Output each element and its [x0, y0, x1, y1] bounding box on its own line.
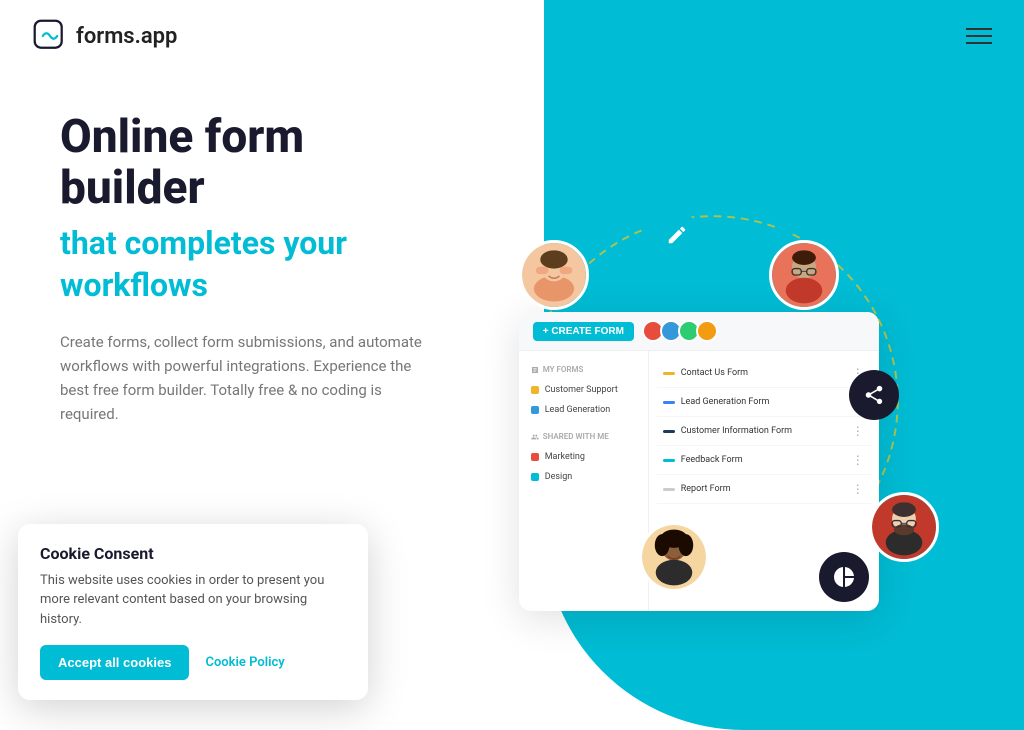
- mini-avatar-4: [696, 320, 718, 342]
- headline-line1: Online form: [60, 110, 304, 164]
- sidebar-item-lead-gen[interactable]: Lead Generation: [519, 400, 648, 420]
- form-icon-bar: [663, 488, 675, 491]
- sidebar-dot: [531, 453, 539, 461]
- form-item-menu[interactable]: ⋮: [852, 424, 865, 438]
- form-icon-bar: [663, 372, 675, 375]
- avatar-top-right: [769, 240, 839, 310]
- my-forms-label: MY FORMS: [519, 361, 648, 380]
- avatar-bottom-center: [639, 522, 709, 592]
- mockup-top-bar: + CREATE FORM: [519, 312, 879, 351]
- sidebar-dot: [531, 406, 539, 414]
- logo-icon: [32, 18, 68, 54]
- headline-line2: builder: [60, 161, 205, 215]
- logo-text: forms.app: [76, 24, 177, 49]
- form-list-item[interactable]: Customer Information Form ⋮: [657, 417, 871, 446]
- mockup-user-avatars: [642, 320, 718, 342]
- sidebar-item-marketing[interactable]: Marketing: [519, 447, 648, 467]
- form-item-menu[interactable]: ⋮: [852, 482, 865, 496]
- logo-area[interactable]: forms.app: [32, 18, 177, 54]
- mockup-sidebar: MY FORMS Customer Support Lead Generatio…: [519, 351, 649, 611]
- headline-accent: that completes your workflows: [60, 223, 479, 306]
- hamburger-menu[interactable]: [966, 28, 992, 44]
- form-item-menu[interactable]: ⋮: [852, 453, 865, 467]
- hero-illustration: + CREATE FORM MY FORMS: [479, 92, 1024, 652]
- form-list-item[interactable]: Contact Us Form ⋮: [657, 359, 871, 388]
- form-list-item[interactable]: Report Form ⋮: [657, 475, 871, 504]
- sidebar-dot: [531, 386, 539, 394]
- hero-description: Create forms, collect form submissions, …: [60, 330, 430, 426]
- headline: Online form builder: [60, 112, 479, 213]
- create-form-button[interactable]: + CREATE FORM: [533, 322, 634, 341]
- sidebar-item-design[interactable]: Design: [519, 467, 648, 487]
- cookie-consent-dialog: Cookie Consent This website uses cookies…: [18, 524, 368, 701]
- shared-with-me-label: SHARED WITH ME: [519, 428, 648, 447]
- cookie-consent-title: Cookie Consent: [40, 544, 346, 563]
- form-icon-bar: [663, 459, 675, 462]
- form-list-item[interactable]: Feedback Form ⋮: [657, 446, 871, 475]
- header: forms.app: [0, 0, 1024, 72]
- form-icon-bar: [663, 401, 675, 404]
- form-icon-bar: [663, 430, 675, 433]
- edit-icon-circle: [654, 212, 700, 258]
- cookie-consent-description: This website uses cookies in order to pr…: [40, 571, 346, 630]
- cookie-consent-buttons: Accept all cookies Cookie Policy: [40, 645, 346, 680]
- sidebar-dot: [531, 473, 539, 481]
- cookie-policy-link[interactable]: Cookie Policy: [205, 655, 284, 670]
- share-icon-circle: [849, 370, 899, 420]
- chart-icon-circle: [819, 552, 869, 602]
- form-list-item[interactable]: Lead Generation Form ⋮: [657, 388, 871, 417]
- avatar-top-left: [519, 240, 589, 310]
- accept-cookies-button[interactable]: Accept all cookies: [40, 645, 189, 680]
- sidebar-item-customer-support[interactable]: Customer Support: [519, 380, 648, 400]
- avatar-bottom-right: [869, 492, 939, 562]
